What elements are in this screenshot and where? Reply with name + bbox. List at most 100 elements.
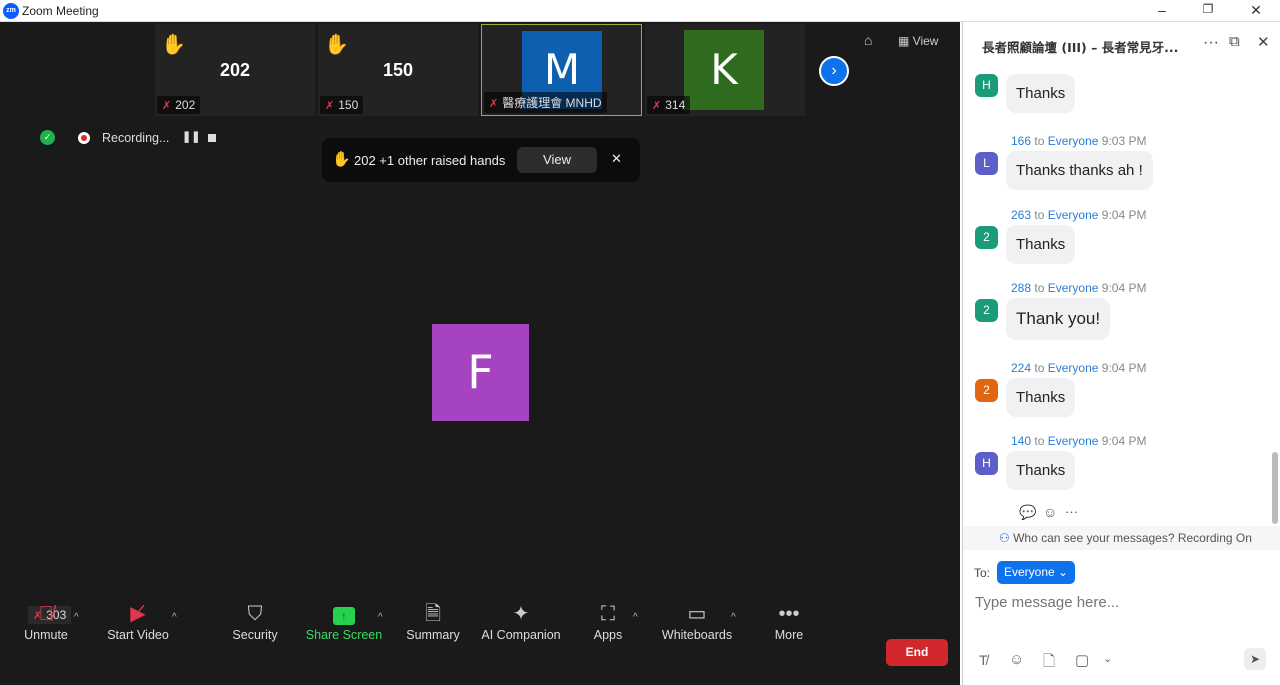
reply-icon[interactable]: 💬 [1019, 504, 1036, 521]
share-screen-button[interactable]: ↑ Share Screen [299, 600, 389, 642]
apps-button[interactable]: ⛶ Apps [563, 600, 653, 642]
pop-out-icon[interactable]: ⧉ [1229, 33, 1240, 50]
apps-options-caret[interactable]: ^ [633, 612, 638, 623]
sender-name[interactable]: 263 [1011, 208, 1031, 222]
restore-icon[interactable]: ❐ [1198, 2, 1218, 16]
people-icon: ⚇ [999, 531, 1014, 545]
close-banner-icon[interactable]: ✕ [611, 151, 622, 167]
sender-avatar: 2 [975, 299, 998, 322]
close-chat-icon[interactable]: ✕ [1257, 33, 1270, 51]
recipient-name: Everyone [1047, 361, 1099, 375]
screenshot-icon[interactable]: ▢ [1075, 651, 1089, 669]
toolbar-label: More [774, 628, 804, 642]
recipient-dropdown[interactable]: Everyone ⌄ [997, 561, 1076, 584]
view-raised-hands-button[interactable]: View [517, 147, 597, 173]
message-more-icon[interactable]: ··· [1065, 504, 1078, 519]
send-button[interactable]: ➤ [1244, 648, 1266, 670]
recipient-value: Everyone [1004, 565, 1055, 579]
start-video-button[interactable]: ▶̸ Start Video [93, 600, 183, 642]
audio-options-caret[interactable]: ^ [74, 612, 79, 623]
toolbar-label: Share Screen [305, 628, 383, 642]
window-title: Zoom Meeting [22, 4, 99, 18]
participant-tile[interactable]: ✋ 150 ✗ 150 [318, 24, 478, 116]
share-options-caret[interactable]: ^ [378, 612, 383, 623]
sender-avatar: H [975, 74, 998, 97]
toolbar-label: Unmute [24, 628, 68, 642]
immersive-icon[interactable]: ⌂ [864, 32, 872, 48]
close-icon[interactable]: ✕ [1246, 2, 1266, 19]
sender-name[interactable]: 166 [1011, 134, 1031, 148]
security-button[interactable]: ⛉ Security [210, 600, 300, 642]
stop-recording-button[interactable] [208, 134, 216, 142]
participant-label: ✗ 醫療護理會 MNHD [484, 92, 607, 113]
participant-label-text: 314 [665, 98, 686, 112]
file-icon[interactable]: 🗋 [1043, 651, 1055, 676]
sender-name[interactable]: 224 [1011, 361, 1031, 375]
recording-dot-icon [78, 132, 90, 144]
participant-tile-active[interactable]: M ✗ 醫療護理會 MNHD [481, 24, 642, 116]
sender-name[interactable]: 140 [1011, 434, 1031, 448]
to-label: To: [974, 566, 991, 580]
participant-name-display: 202 [219, 60, 251, 80]
view-button[interactable]: ▦ View [898, 34, 938, 48]
add-reaction-icon[interactable]: ☺ [1043, 504, 1057, 520]
encryption-shield-icon[interactable]: ✓ [40, 130, 55, 145]
zoom-logo: zm [3, 3, 19, 19]
screenshot-options-chevron[interactable]: ⌄ [1103, 652, 1112, 665]
message-input[interactable] [975, 590, 1265, 614]
whiteboard-options-caret[interactable]: ^ [731, 612, 736, 623]
message-meta: 288 to Everyone 9:04 PM [1011, 281, 1146, 295]
sender-avatar: 2 [975, 379, 998, 402]
emoji-icon[interactable]: ☺ [1009, 651, 1024, 668]
sender-avatar: L [975, 152, 998, 175]
apps-icon: ⛶ [601, 603, 615, 625]
to-word: to [1034, 134, 1045, 148]
more-button[interactable]: ••• More [744, 600, 834, 642]
to-word: to [1034, 208, 1045, 222]
recipient-name: Everyone [1047, 434, 1099, 448]
meeting-area: ✋ 202 ✗ 202 ✋ 150 ✗ 150 M ✗ 醫療護理會 MNHD K ✗ 3… [0, 22, 960, 685]
ai-companion-button[interactable]: ✦ AI Companion [471, 600, 571, 642]
toolbar-label: Apps [593, 628, 623, 642]
minimize-icon[interactable]: – [1152, 2, 1172, 18]
raised-hands-banner: ✋ 202 +1 other raised hands View ✕ [322, 138, 640, 182]
chat-more-icon[interactable]: ··· [1203, 34, 1219, 52]
message-bubble: Thank you! [1006, 298, 1111, 340]
message-meta: 140 to Everyone 9:04 PM [1011, 434, 1146, 448]
sender-name[interactable]: 288 [1011, 281, 1031, 295]
next-page-button[interactable]: › [819, 56, 849, 86]
message-bubble: Thanks [1006, 74, 1076, 113]
raised-hands-text: 202 +1 other raised hands [354, 153, 506, 168]
raised-hand-icon: ✋ [332, 151, 351, 168]
chat-scrollbar[interactable] [1272, 452, 1278, 524]
message-bubble: Thanks [1006, 225, 1076, 264]
message-bubble: Thanks [1006, 451, 1076, 490]
message-time: 9:04 PM [1101, 361, 1147, 375]
participant-tile[interactable]: ✋ 202 ✗ 202 [155, 24, 315, 116]
toolbar-label: Summary [406, 628, 460, 642]
visibility-notice[interactable]: ⚇ Who can see your messages? Recording O… [963, 526, 1280, 550]
participant-label: ✗ 150 [320, 96, 364, 114]
visibility-notice-text: Who can see your messages? Recording On [1013, 531, 1252, 545]
end-meeting-button[interactable]: End [886, 639, 948, 666]
format-text-icon[interactable]: T̸ [979, 652, 988, 668]
video-options-caret[interactable]: ^ [172, 612, 177, 623]
mic-off-icon: ✗ [652, 100, 662, 112]
to-word: to [1034, 434, 1045, 448]
participant-label-text: 醫療護理會 MNHD [502, 96, 602, 110]
shield-icon: ⛉ [247, 603, 263, 625]
chat-title: 長者照顧論壇 (III) – 長者常見牙... [982, 40, 1179, 55]
message-time: 9:04 PM [1101, 434, 1147, 448]
message-meta: 263 to Everyone 9:04 PM [1011, 208, 1146, 222]
message-time: 9:03 PM [1101, 134, 1147, 148]
whiteboard-icon: ▭ [687, 603, 707, 625]
pause-recording-button[interactable]: ❚❚ [182, 130, 200, 143]
message-meta: 224 to Everyone 9:04 PM [1011, 361, 1146, 375]
summary-button[interactable]: 🗎 Summary [388, 600, 478, 642]
whiteboards-button[interactable]: ▭ Whiteboards [652, 600, 742, 642]
participant-label: ✗ 202 [157, 96, 201, 114]
video-off-icon: ▶̸ [130, 603, 146, 625]
recipient-name: Everyone [1047, 281, 1099, 295]
message-time: 9:04 PM [1101, 208, 1147, 222]
participant-tile[interactable]: K ✗ 314 [645, 24, 805, 116]
